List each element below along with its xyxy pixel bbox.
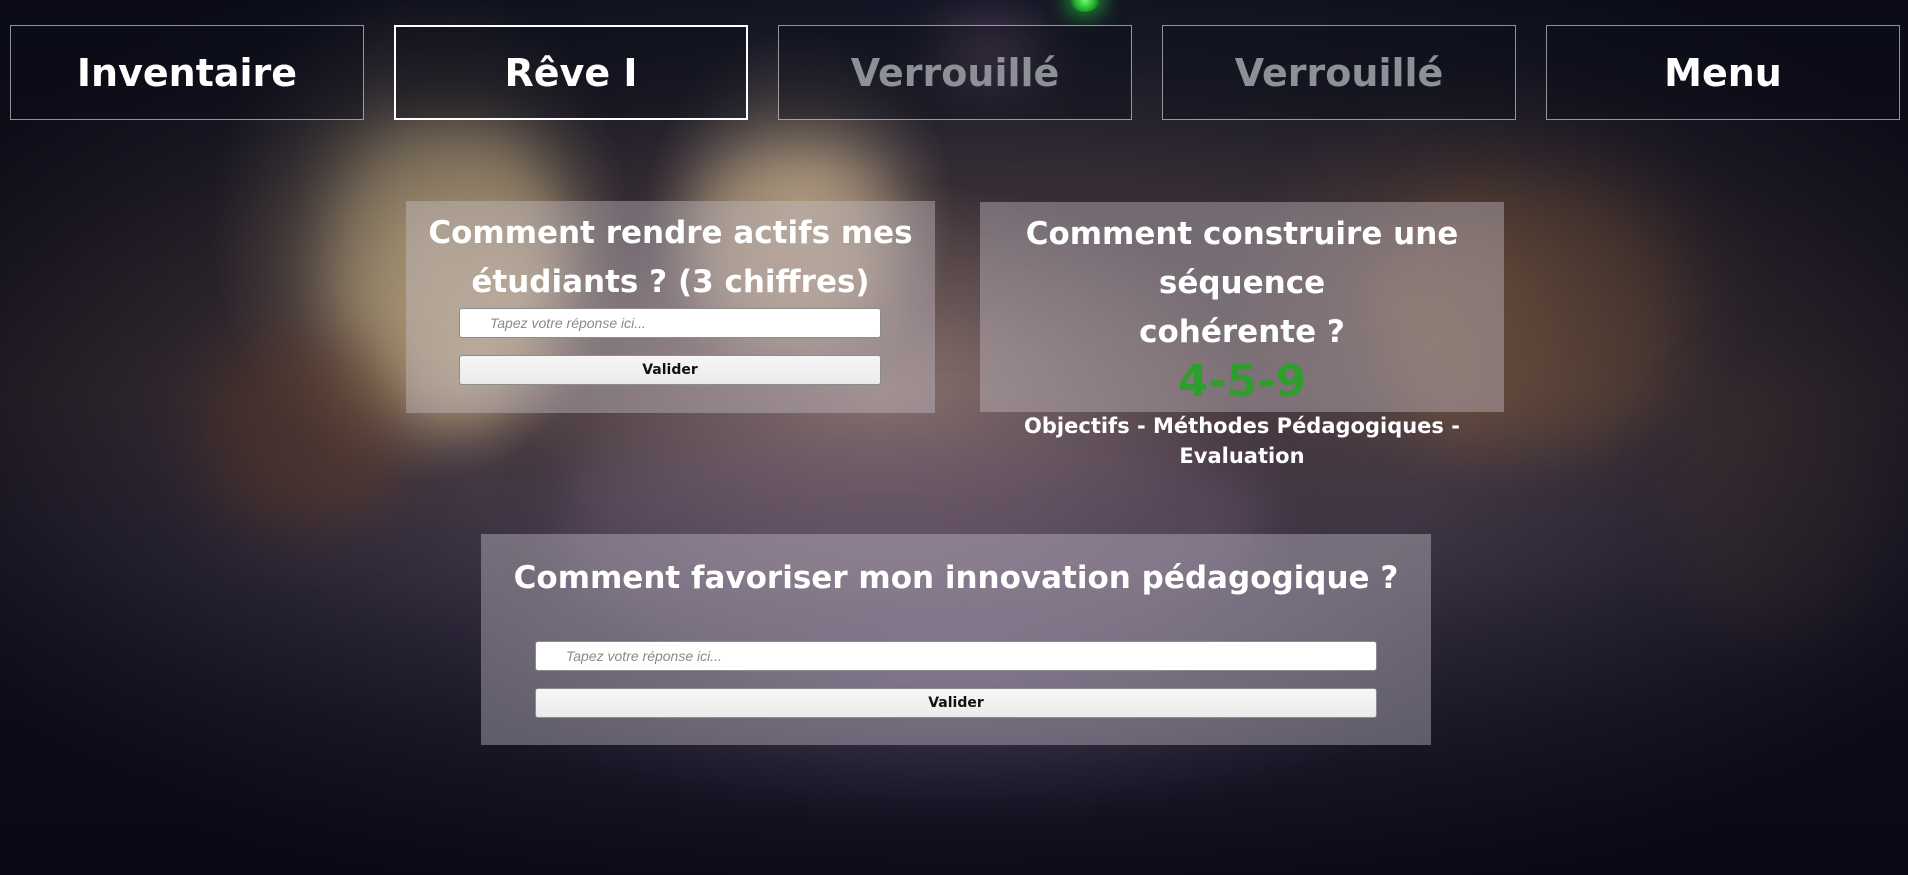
puzzle-question: Comment rendre actifs mes étudiants ? (3… bbox=[406, 209, 935, 307]
tab-locked-2[interactable]: Verrouillé bbox=[1162, 25, 1516, 120]
solution-hint: Objectifs - Méthodes Pédagogiques -Evalu… bbox=[1024, 414, 1460, 468]
question-line-2: cohérente ? bbox=[1139, 314, 1345, 350]
tab-reve-1[interactable]: Rêve I bbox=[394, 25, 748, 120]
tab-inventaire-label: Inventaire bbox=[76, 50, 298, 95]
tab-reve-1-label: Rêve I bbox=[504, 50, 638, 95]
tab-inventaire[interactable]: Inventaire bbox=[10, 25, 364, 120]
question-line-1: Comment construire une séquence bbox=[1025, 216, 1459, 301]
puzzle-question: Comment favoriser mon innovation pédagog… bbox=[513, 560, 1399, 596]
puzzle-panel-pedagogical-innovation: Comment favoriser mon innovation pédagog… bbox=[481, 534, 1431, 745]
validate-button[interactable]: Valider bbox=[535, 688, 1377, 718]
puzzle-question: Comment construire une séquence cohérent… bbox=[980, 210, 1504, 357]
puzzle-panel-active-students: Comment rendre actifs mes étudiants ? (3… bbox=[406, 201, 935, 413]
question-line-2: étudiants ? (3 chiffres) bbox=[471, 264, 870, 300]
tab-locked-1[interactable]: Verrouillé bbox=[778, 25, 1132, 120]
question-line-1: Comment rendre actifs mes bbox=[428, 215, 913, 251]
answer-input[interactable] bbox=[459, 308, 881, 338]
solved-code: 4-5-9 bbox=[1177, 356, 1307, 407]
tab-locked-2-label: Verrouillé bbox=[1234, 50, 1444, 95]
answer-input[interactable] bbox=[535, 641, 1377, 671]
validate-button[interactable]: Valider bbox=[459, 355, 881, 385]
tab-menu[interactable]: Menu bbox=[1546, 25, 1900, 120]
tab-menu-label: Menu bbox=[1664, 50, 1782, 95]
puzzle-panel-coherent-sequence: Comment construire une séquence cohérent… bbox=[980, 202, 1504, 468]
tab-locked-1-label: Verrouillé bbox=[850, 50, 1060, 95]
